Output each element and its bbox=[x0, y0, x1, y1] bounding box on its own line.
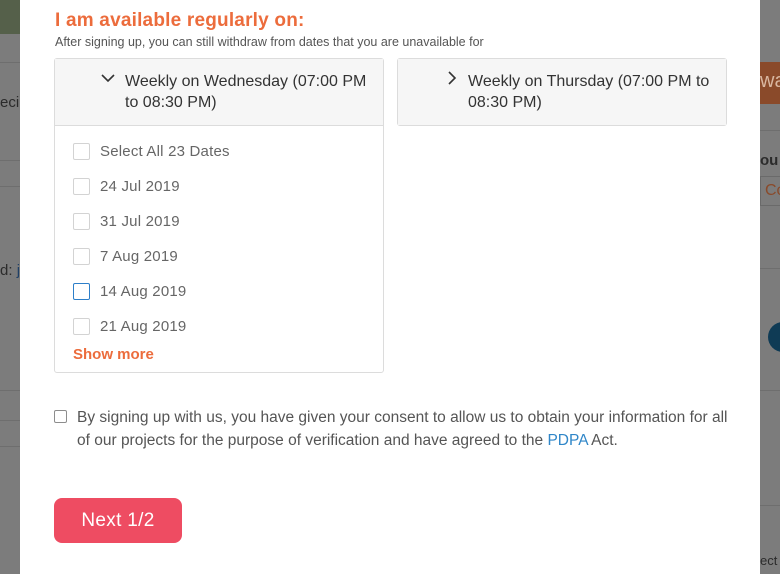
availability-title: I am available regularly on: bbox=[55, 10, 305, 31]
chevron-down-icon bbox=[101, 71, 115, 90]
background-divider bbox=[0, 62, 20, 63]
background-photo bbox=[0, 0, 20, 34]
background-divider bbox=[760, 268, 780, 269]
select-all-label: Select All 23 Dates bbox=[100, 142, 230, 160]
date-label: 14 Aug 2019 bbox=[100, 282, 187, 300]
select-all-row[interactable]: Select All 23 Dates bbox=[73, 141, 230, 161]
background-divider bbox=[0, 446, 20, 447]
background-button: wa bbox=[760, 62, 780, 104]
background-input: Co bbox=[760, 176, 780, 206]
consent-text: By signing up with us, you have given yo… bbox=[77, 409, 728, 449]
availability-subtitle: After signing up, you can still withdraw… bbox=[55, 35, 484, 49]
date-checkbox[interactable] bbox=[73, 317, 90, 335]
background-divider bbox=[0, 186, 20, 187]
background-text: d: jo bbox=[0, 262, 20, 279]
schedule-header-wednesday[interactable]: Weekly on Wednesday (07:00 PM to 08:30 P… bbox=[55, 59, 383, 126]
date-label: 7 Aug 2019 bbox=[100, 247, 178, 265]
background-divider bbox=[0, 390, 20, 391]
background-divider bbox=[760, 505, 780, 506]
date-row[interactable]: 24 Jul 2019 bbox=[73, 176, 180, 196]
schedule-title: Weekly on Wednesday (07:00 PM to 08:30 P… bbox=[125, 73, 367, 111]
date-label: 31 Jul 2019 bbox=[100, 212, 180, 230]
next-button[interactable]: Next 1/2 bbox=[54, 498, 182, 543]
background-text: ou bbox=[760, 152, 779, 169]
schedule-panel-wednesday: Weekly on Wednesday (07:00 PM to 08:30 P… bbox=[54, 58, 384, 373]
background-text: ect bbox=[760, 553, 778, 568]
background-chat-icon bbox=[768, 322, 780, 352]
date-row[interactable]: 21 Aug 2019 bbox=[73, 316, 186, 336]
select-all-checkbox[interactable] bbox=[73, 142, 90, 160]
background-divider bbox=[760, 130, 780, 131]
background-text: eci bbox=[0, 94, 20, 111]
date-row[interactable]: 14 Aug 2019 bbox=[73, 281, 186, 301]
date-checkbox[interactable] bbox=[73, 282, 90, 300]
signup-modal: I am available regularly on: After signi… bbox=[20, 0, 760, 574]
date-checkbox[interactable] bbox=[73, 212, 90, 230]
date-label: 24 Jul 2019 bbox=[100, 177, 180, 195]
background-divider bbox=[760, 390, 780, 391]
date-label: 21 Aug 2019 bbox=[100, 317, 187, 335]
chevron-right-icon bbox=[445, 71, 459, 90]
show-more-link[interactable]: Show more bbox=[73, 346, 154, 363]
date-checkbox[interactable] bbox=[73, 247, 90, 265]
pdpa-link[interactable]: PDPA bbox=[547, 432, 587, 449]
date-checkbox[interactable] bbox=[73, 177, 90, 195]
background-divider bbox=[0, 160, 20, 161]
consent-checkbox[interactable] bbox=[54, 410, 67, 423]
background-divider bbox=[0, 420, 20, 421]
date-row[interactable]: 7 Aug 2019 bbox=[73, 246, 178, 266]
schedule-title: Weekly on Thursday (07:00 PM to 08:30 PM… bbox=[468, 73, 710, 111]
date-row[interactable]: 31 Jul 2019 bbox=[73, 211, 180, 231]
schedule-panel-thursday: Weekly on Thursday (07:00 PM to 08:30 PM… bbox=[397, 58, 727, 126]
schedule-header-thursday[interactable]: Weekly on Thursday (07:00 PM to 08:30 PM… bbox=[398, 59, 726, 125]
